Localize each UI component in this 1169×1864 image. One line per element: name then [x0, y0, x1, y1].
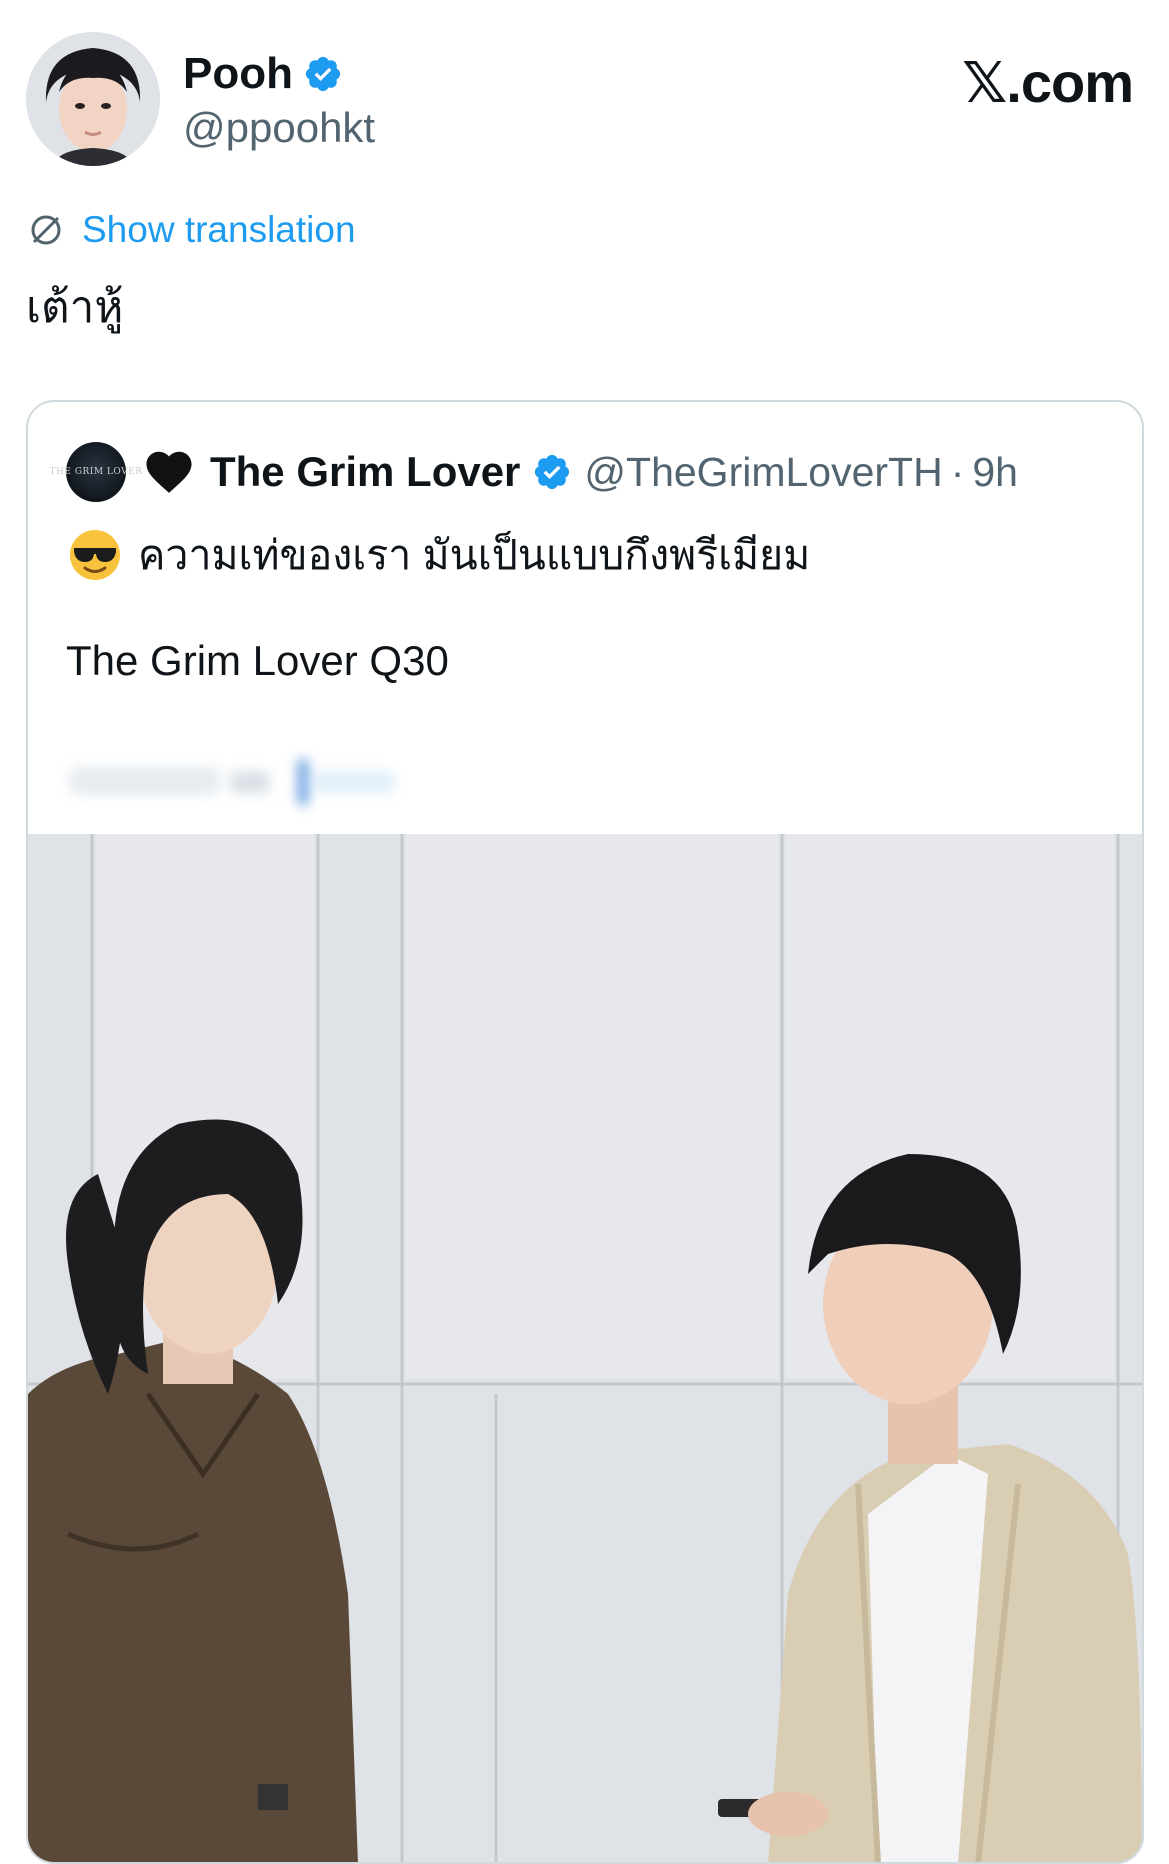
quoted-tweet-card[interactable]: THE GRIM LOVER The Grim Lover @TheGrimLo… — [26, 400, 1144, 1864]
x-com-watermark: 𝕏.com — [962, 51, 1134, 114]
translate-globe-icon — [31, 215, 61, 245]
verified-badge-icon — [305, 56, 341, 92]
author-avatar-image — [26, 32, 160, 166]
quoted-tweet-header: THE GRIM LOVER The Grim Lover @TheGrimLo… — [50, 440, 1018, 504]
author-avatar[interactable] — [26, 32, 160, 166]
quoted-verified-badge-icon — [535, 454, 570, 490]
quoted-separator: · — [950, 448, 965, 495]
photo-two-men-white-wall — [28, 834, 1142, 1862]
quoted-text-line-2: The Grim Lover Q30 — [66, 637, 449, 684]
author-handle[interactable]: @ppoohkt — [183, 104, 375, 152]
sunglasses-face-emoji-icon — [70, 530, 120, 580]
quoted-avatar-logo-text: THE GRIM LOVER — [49, 467, 143, 477]
quoted-blurred-link — [70, 759, 395, 805]
quoted-handle[interactable]: @TheGrimLoverTH — [584, 449, 942, 496]
author-display-name[interactable]: Pooh — [183, 49, 293, 99]
author-name-line: Pooh — [183, 46, 343, 102]
tweet-header: Pooh @ppoohkt 𝕏.com — [26, 32, 1143, 172]
quoted-text-thai: ความเท่ของเรา มันเป็นแบบกึงพรีเมียม — [138, 531, 811, 578]
show-translation-label: Show translation — [82, 209, 356, 250]
quoted-timestamp[interactable]: 9h — [972, 449, 1018, 496]
quoted-author-avatar[interactable]: THE GRIM LOVER — [50, 442, 142, 502]
quoted-media-photo[interactable] — [28, 834, 1142, 1862]
show-translation-button[interactable]: Show translation — [26, 205, 356, 255]
black-heart-icon — [146, 451, 192, 493]
tweet-text: เต้าหู้ — [26, 283, 124, 332]
quoted-text-line-1: ความเท่ของเรา มันเป็นแบบกึงพรีเมียม — [68, 520, 810, 590]
quoted-display-name[interactable]: The Grim Lover — [210, 448, 520, 496]
